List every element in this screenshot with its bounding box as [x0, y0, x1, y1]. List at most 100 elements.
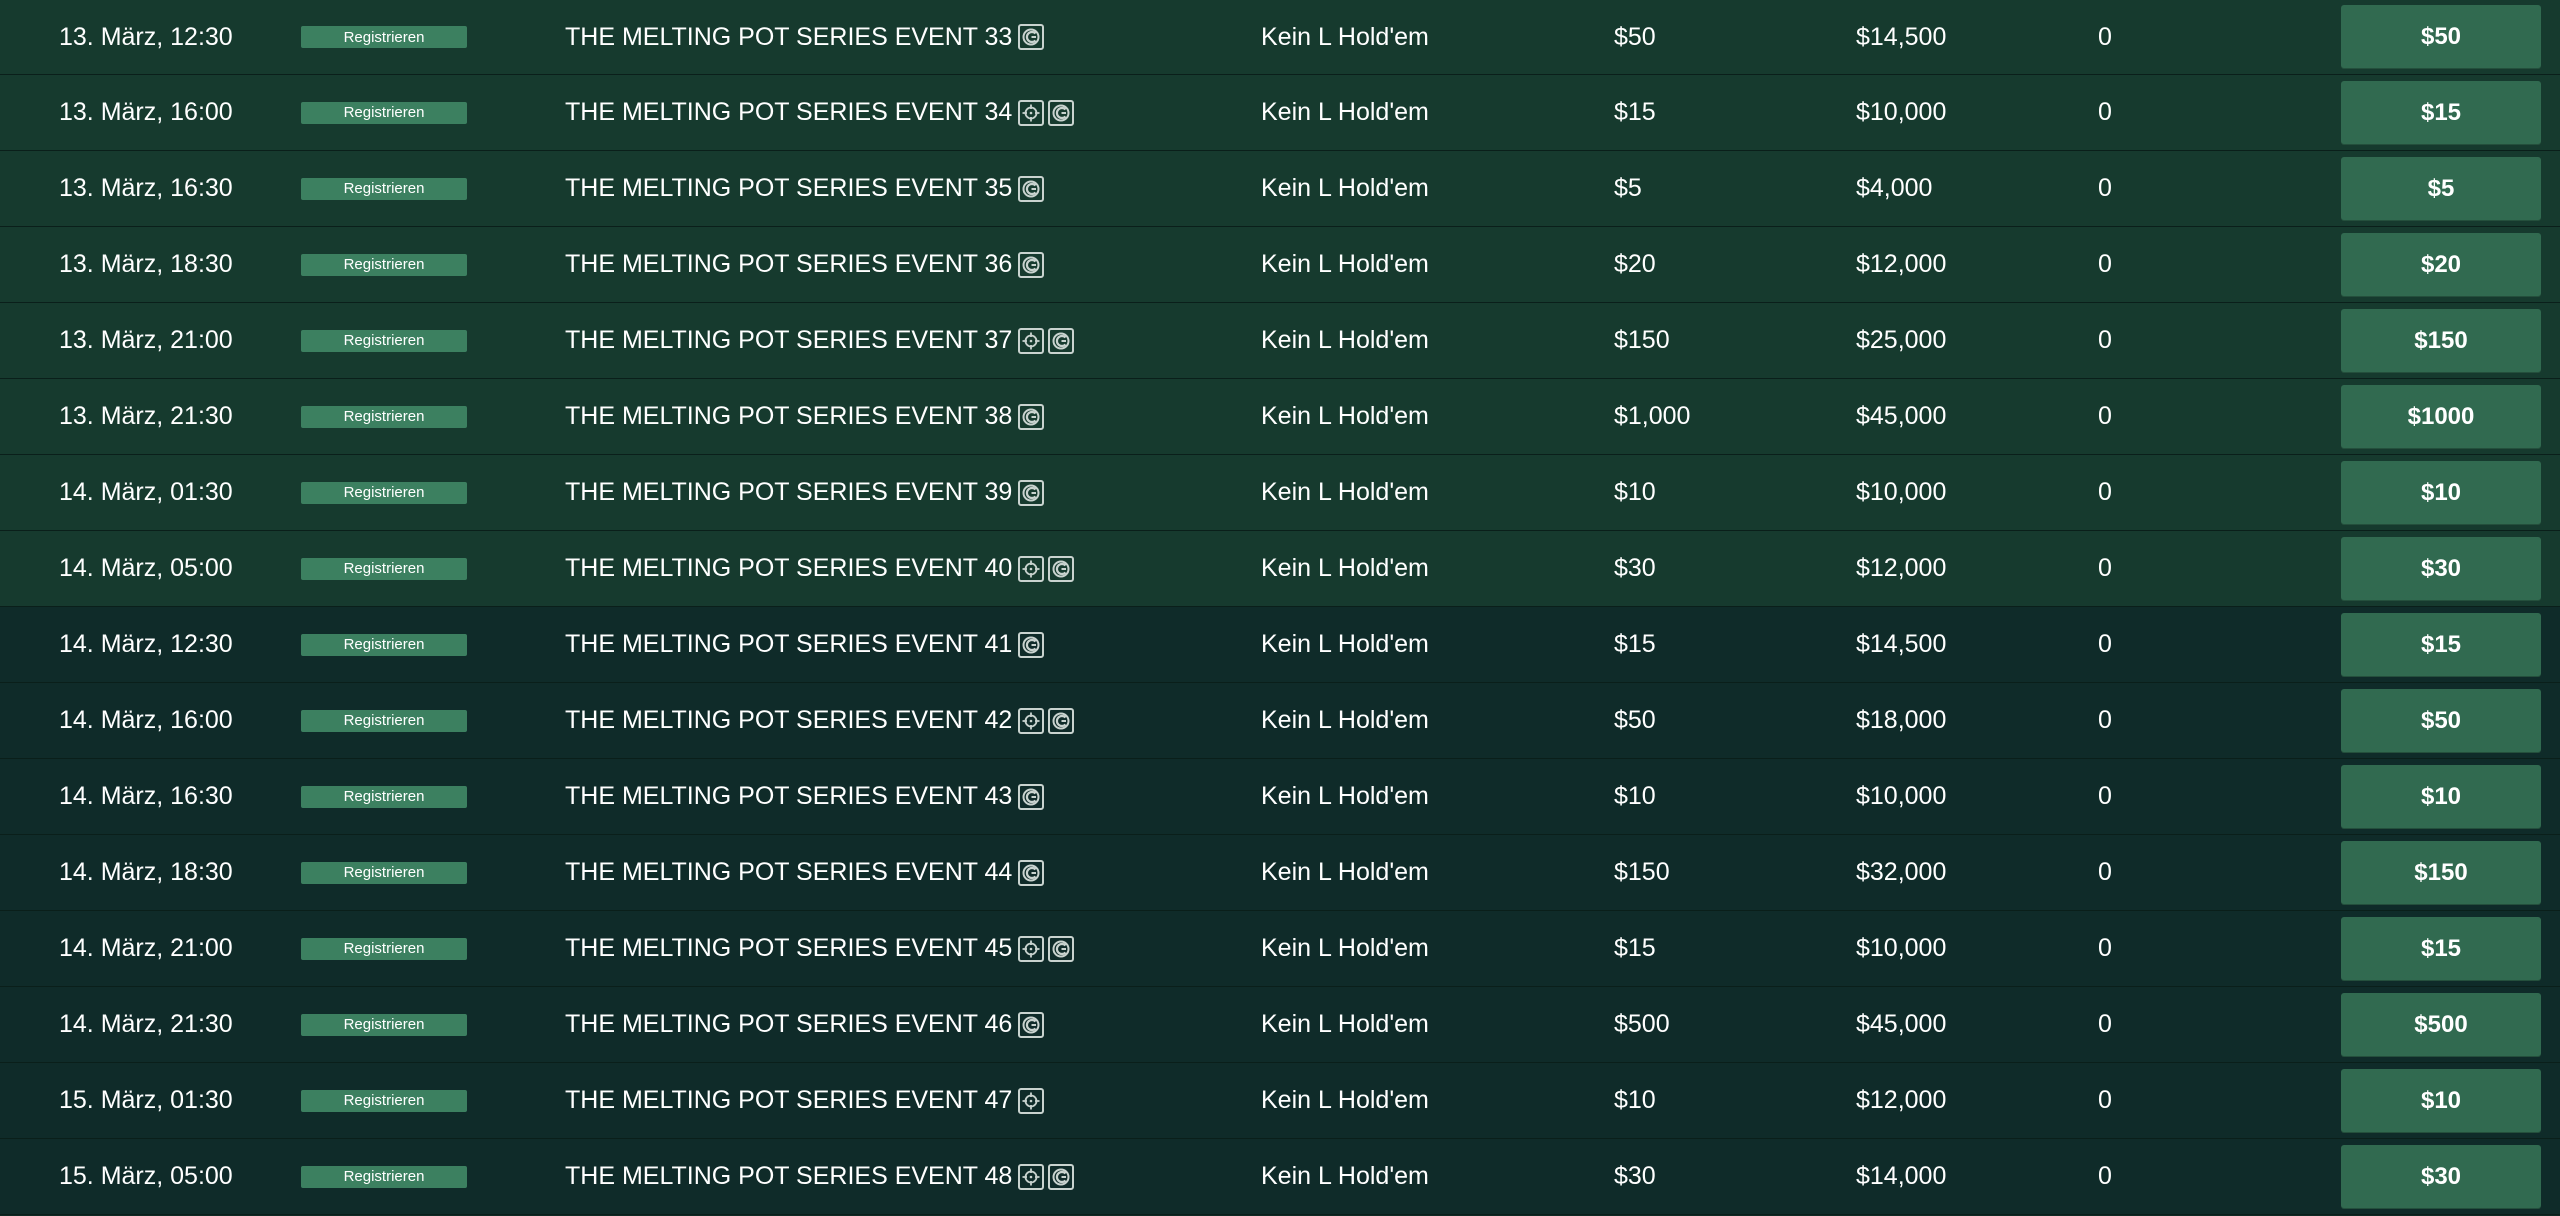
status-badge: Registrieren: [301, 937, 467, 960]
guaranteed-prize: $18,000: [1856, 706, 1947, 734]
table-row[interactable]: 13. März, 18:30 Registrieren THE MELTING…: [0, 227, 2560, 303]
guaranteed-prize: $14,500: [1856, 630, 1947, 658]
table-row[interactable]: 14. März, 12:30 Registrieren THE MELTING…: [0, 607, 2560, 683]
target-icon: [1018, 707, 1044, 734]
table-row[interactable]: 14. März, 16:30 Registrieren THE MELTING…: [0, 759, 2560, 835]
registration-status: Registrieren: [301, 607, 467, 682]
table-row[interactable]: 15. März, 01:30 Registrieren THE MELTING…: [0, 1063, 2560, 1139]
game-type: Kein L Hold'em: [1261, 98, 1429, 126]
table-row[interactable]: 14. März, 18:30 Registrieren THE MELTING…: [0, 835, 2560, 911]
target-icon: [1018, 327, 1044, 354]
tournament-name[interactable]: THE MELTING POT SERIES EVENT 44: [565, 835, 1012, 910]
status-badge: Registrieren: [301, 861, 467, 884]
buy-in-button[interactable]: $5: [2341, 156, 2541, 221]
tournament-name[interactable]: THE MELTING POT SERIES EVENT 36: [565, 227, 1012, 302]
buy-in: $30: [1614, 554, 1656, 582]
tournament-name[interactable]: THE MELTING POT SERIES EVENT 41: [565, 607, 1012, 682]
status-badge: Registrieren: [301, 101, 467, 124]
table-row[interactable]: 14. März, 21:00 Registrieren THE MELTING…: [0, 911, 2560, 987]
table-row[interactable]: 13. März, 21:00 Registrieren THE MELTING…: [0, 303, 2560, 379]
tournament-name[interactable]: THE MELTING POT SERIES EVENT 37: [565, 303, 1012, 378]
tournament-name[interactable]: THE MELTING POT SERIES EVENT 45: [565, 911, 1012, 986]
tournament-features: [1018, 1063, 1044, 1138]
tournament-name[interactable]: THE MELTING POT SERIES EVENT 43: [565, 759, 1012, 834]
tournament-features: [1018, 683, 1074, 758]
start-time: 13. März, 16:00: [59, 98, 233, 126]
tournament-features: [1018, 835, 1044, 910]
buy-in-button[interactable]: $30: [2341, 536, 2541, 601]
buy-in-button[interactable]: $150: [2341, 840, 2541, 905]
registration-status: Registrieren: [301, 151, 467, 226]
tournament-features: [1018, 531, 1074, 606]
tournament-name[interactable]: THE MELTING POT SERIES EVENT 33: [565, 0, 1012, 74]
buy-in-button[interactable]: $500: [2341, 992, 2541, 1057]
buy-in: $20: [1614, 250, 1656, 278]
status-badge: Registrieren: [301, 633, 467, 656]
chip-icon: [1018, 251, 1044, 278]
tournament-name[interactable]: THE MELTING POT SERIES EVENT 39: [565, 455, 1012, 530]
buy-in: $10: [1614, 782, 1656, 810]
tournament-features: [1018, 151, 1044, 226]
buy-in-button[interactable]: $50: [2341, 5, 2541, 69]
tournament-name[interactable]: THE MELTING POT SERIES EVENT 34: [565, 75, 1012, 150]
buy-in-button[interactable]: $150: [2341, 308, 2541, 373]
chip-icon: [1048, 555, 1074, 582]
tournament-name[interactable]: THE MELTING POT SERIES EVENT 35: [565, 151, 1012, 226]
buy-in-button[interactable]: $15: [2341, 916, 2541, 981]
guaranteed-prize: $14,500: [1856, 22, 1947, 51]
status-badge: Registrieren: [301, 253, 467, 276]
status-badge: Registrieren: [301, 557, 467, 580]
tournament-name[interactable]: THE MELTING POT SERIES EVENT 47: [565, 1063, 1012, 1138]
buy-in: $1,000: [1614, 402, 1691, 430]
tournament-features: [1018, 75, 1074, 150]
buy-in-button[interactable]: $50: [2341, 688, 2541, 753]
guaranteed-prize: $45,000: [1856, 402, 1947, 430]
status-badge: Registrieren: [301, 785, 467, 808]
registration-status: Registrieren: [301, 0, 467, 74]
tournament-name[interactable]: THE MELTING POT SERIES EVENT 42: [565, 683, 1012, 758]
buy-in-button[interactable]: $10: [2341, 460, 2541, 525]
buy-in-button[interactable]: $10: [2341, 1068, 2541, 1133]
start-time: 14. März, 01:30: [59, 478, 233, 506]
action-cell: $10: [2341, 455, 2541, 530]
action-cell: $30: [2341, 1139, 2541, 1214]
player-count: 0: [2098, 22, 2112, 51]
buy-in: $5: [1614, 174, 1642, 202]
table-row[interactable]: 14. März, 05:00 Registrieren THE MELTING…: [0, 531, 2560, 607]
start-time: 13. März, 16:30: [59, 174, 233, 202]
buy-in-button[interactable]: $15: [2341, 612, 2541, 677]
status-badge: Registrieren: [301, 481, 467, 504]
target-icon: [1018, 935, 1044, 962]
guaranteed-prize: $10,000: [1856, 782, 1947, 810]
table-row[interactable]: 14. März, 16:00 Registrieren THE MELTING…: [0, 683, 2560, 759]
buy-in-button[interactable]: $15: [2341, 80, 2541, 145]
table-row[interactable]: 14. März, 21:30 Registrieren THE MELTING…: [0, 987, 2560, 1063]
table-row[interactable]: 13. März, 16:00 Registrieren THE MELTING…: [0, 75, 2560, 151]
table-row[interactable]: 13. März, 16:30 Registrieren THE MELTING…: [0, 151, 2560, 227]
table-row[interactable]: 13. März, 21:30 Registrieren THE MELTING…: [0, 379, 2560, 455]
tournament-name[interactable]: THE MELTING POT SERIES EVENT 46: [565, 987, 1012, 1062]
table-row[interactable]: 14. März, 01:30 Registrieren THE MELTING…: [0, 455, 2560, 531]
buy-in-button[interactable]: $20: [2341, 232, 2541, 297]
guaranteed-prize: $4,000: [1856, 174, 1933, 202]
buy-in-button[interactable]: $1000: [2341, 384, 2541, 449]
game-type: Kein L Hold'em: [1261, 630, 1429, 658]
game-type: Kein L Hold'em: [1261, 250, 1429, 278]
chip-icon: [1018, 783, 1044, 810]
buy-in-button[interactable]: $10: [2341, 764, 2541, 829]
buy-in-button[interactable]: $30: [2341, 1144, 2541, 1209]
tournament-name[interactable]: THE MELTING POT SERIES EVENT 40: [565, 531, 1012, 606]
game-type: Kein L Hold'em: [1261, 934, 1429, 962]
game-type: Kein L Hold'em: [1261, 22, 1429, 51]
chip-icon: [1048, 707, 1074, 734]
tournament-name[interactable]: THE MELTING POT SERIES EVENT 48: [565, 1139, 1012, 1214]
action-cell: $150: [2341, 303, 2541, 378]
registration-status: Registrieren: [301, 303, 467, 378]
game-type: Kein L Hold'em: [1261, 174, 1429, 202]
table-row[interactable]: 13. März, 12:30 Registrieren THE MELTING…: [0, 0, 2560, 75]
table-row[interactable]: 15. März, 05:00 Registrieren THE MELTING…: [0, 1139, 2560, 1215]
action-cell: $15: [2341, 75, 2541, 150]
start-time: 14. März, 21:00: [59, 934, 233, 962]
tournament-name[interactable]: THE MELTING POT SERIES EVENT 38: [565, 379, 1012, 454]
status-badge: Registrieren: [301, 1089, 467, 1112]
